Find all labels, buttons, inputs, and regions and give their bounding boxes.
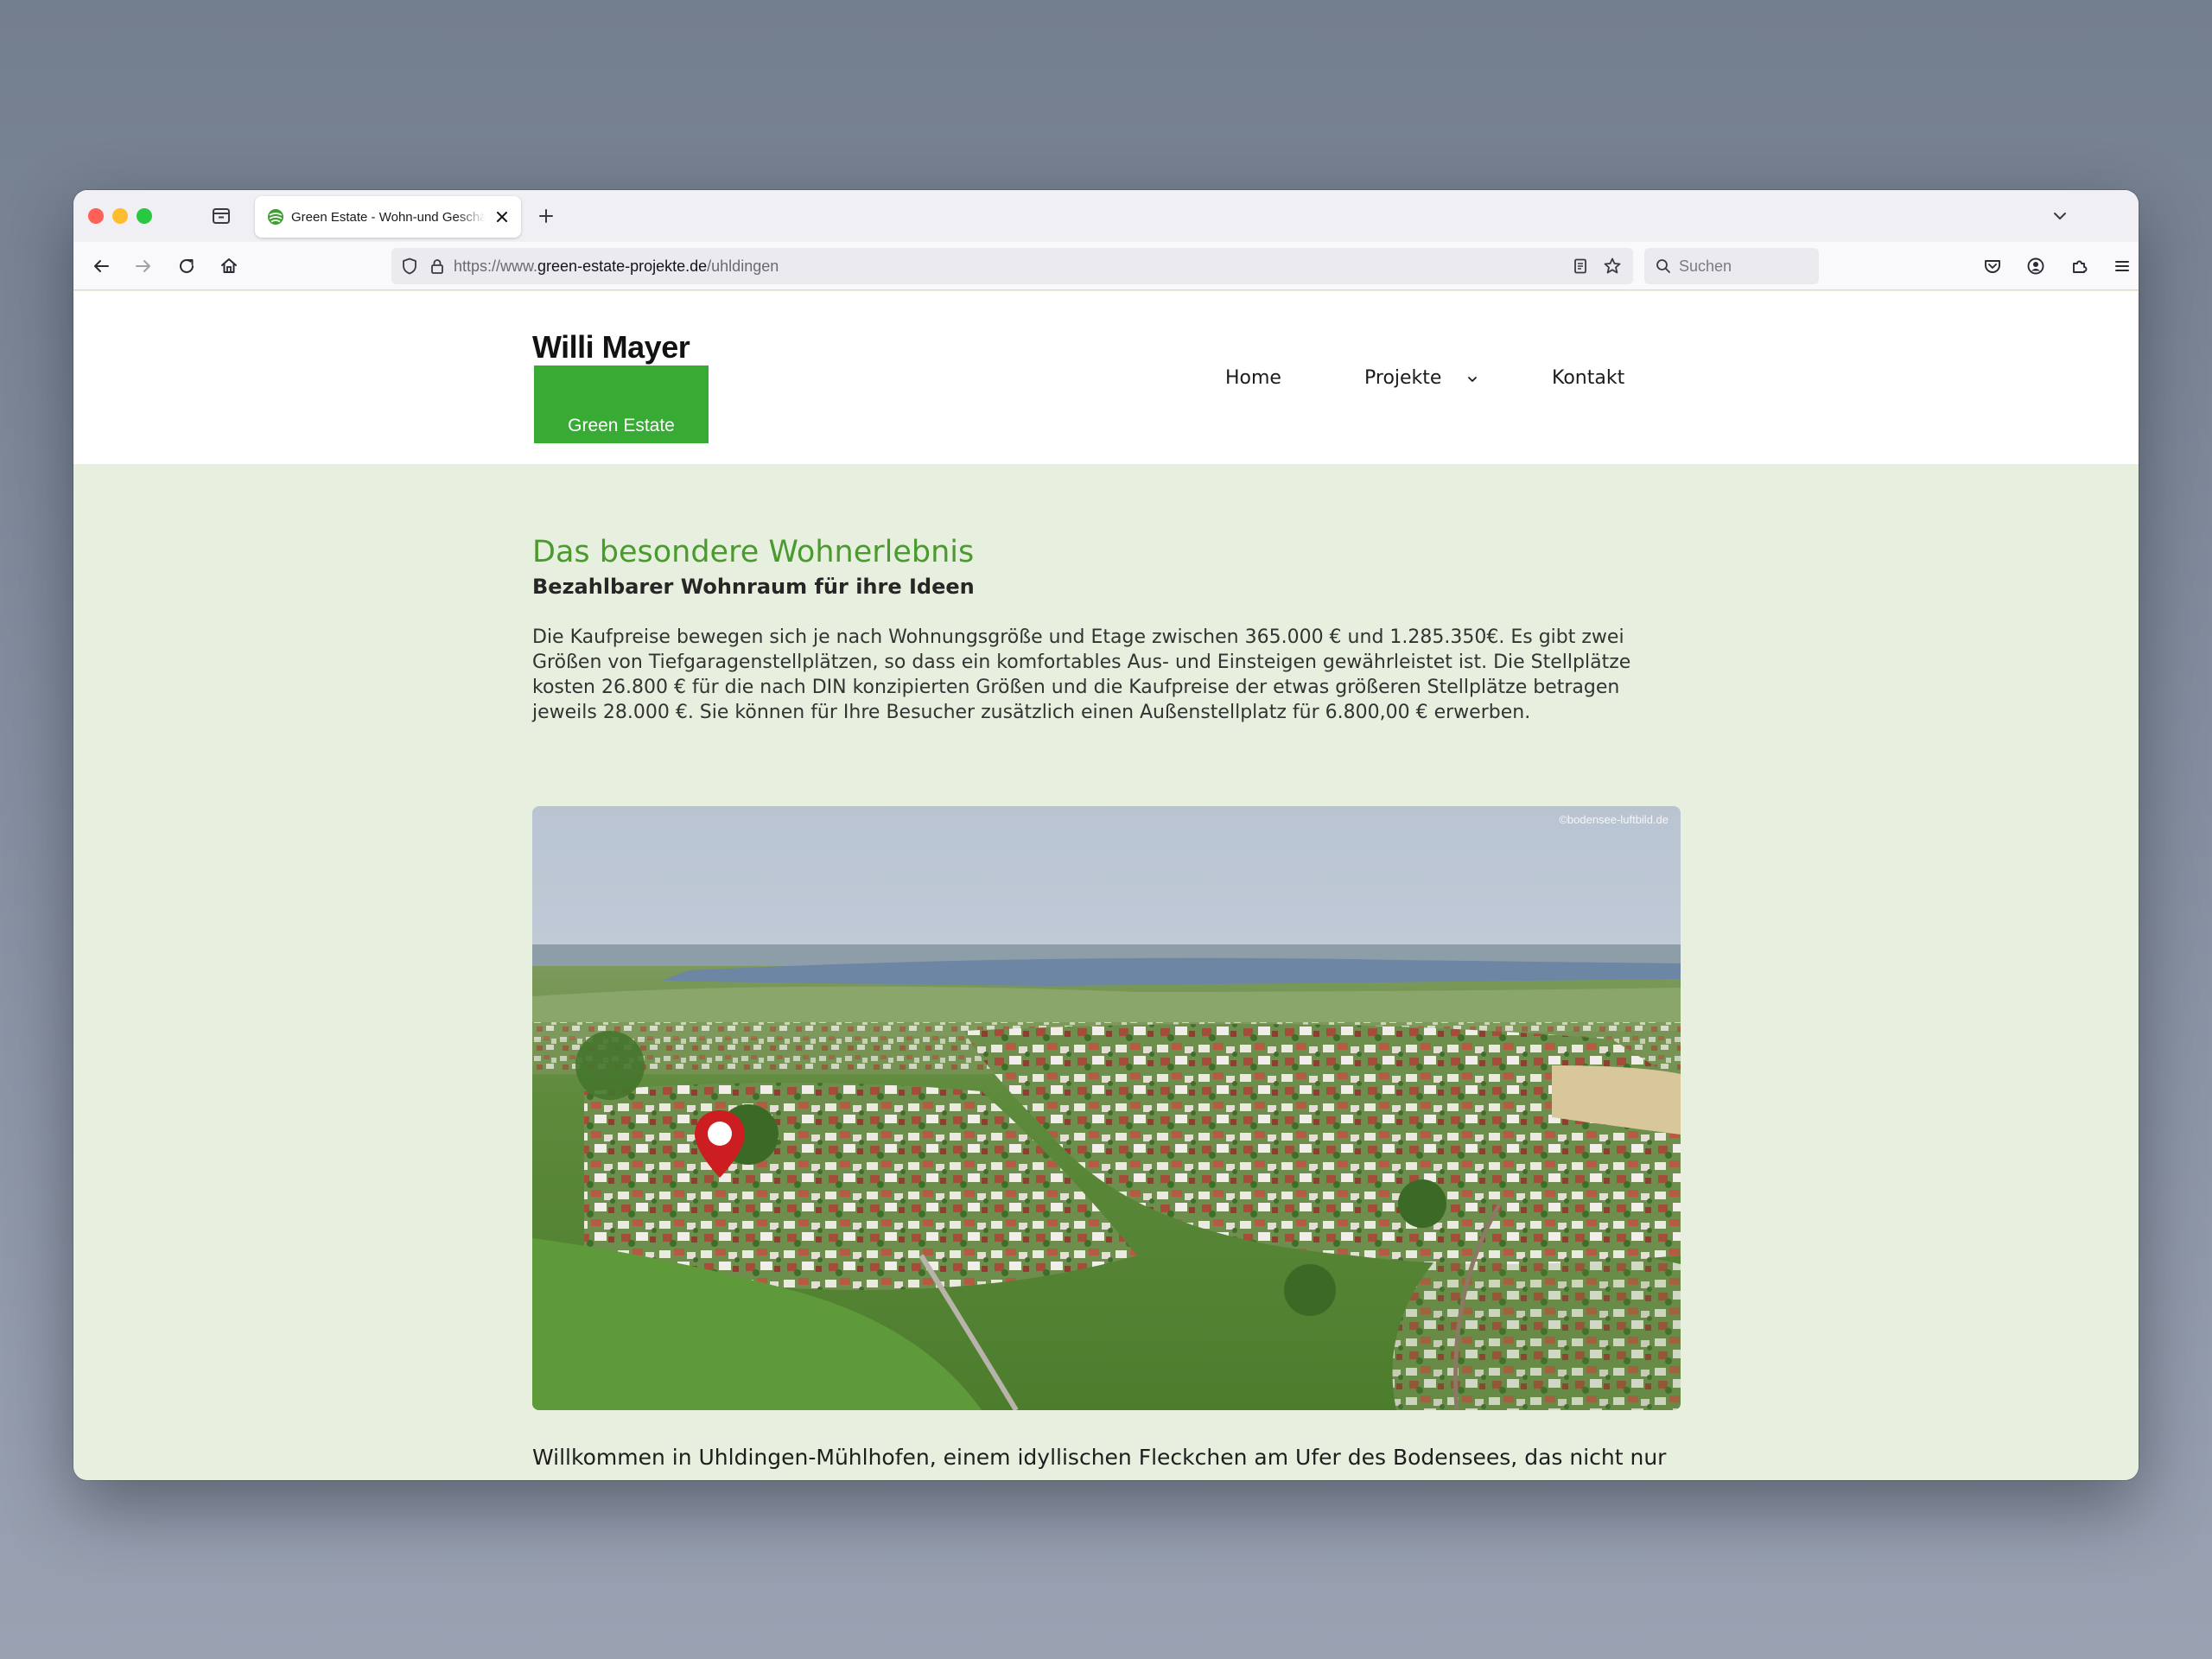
lock-icon[interactable] [428, 257, 447, 276]
close-tab-icon[interactable] [493, 207, 512, 226]
url-text[interactable]: https://www.green-estate-projekte.de/uhl… [454, 257, 779, 276]
nav-item-kontakt[interactable]: Kontakt [1552, 365, 1624, 391]
logo-tagline: Green Estate [568, 416, 675, 435]
reload-icon[interactable] [175, 254, 199, 278]
menu-icon[interactable] [2110, 254, 2134, 278]
tab-green-estate[interactable]: Green Estate - Wohn-und Geschäftshaus [255, 196, 521, 238]
logo-name: Willi Mayer [532, 329, 690, 365]
section-subheading: Bezahlbarer Wohnraum für ihre Ideen [532, 575, 975, 599]
new-tab-icon[interactable] [534, 204, 558, 228]
nav-item-home[interactable]: Home [1225, 365, 1281, 391]
green-estate-favicon-icon [267, 208, 284, 226]
section-heading: Das besondere Wohnerlebnis [532, 535, 975, 569]
intro-paragraph: Willkommen in Uhldingen-Mühlhofen, einem… [532, 1445, 1667, 1470]
url-prefix: https://www. [454, 257, 538, 275]
tab-strip: Green Estate - Wohn-und Geschäftshaus [73, 190, 2139, 242]
chevron-down-icon[interactable] [2048, 204, 2072, 228]
aerial-photo: ©bodensee-luftbild.de [532, 806, 1681, 1410]
close-window-button[interactable] [88, 208, 104, 224]
pocket-icon[interactable] [1980, 254, 2005, 278]
navigation-toolbar: https://www.green-estate-projekte.de/uhl… [73, 242, 2139, 290]
account-icon[interactable] [2024, 254, 2048, 278]
location-pin-icon [692, 1109, 747, 1179]
tab-title: Green Estate - Wohn-und Geschäftshaus [291, 210, 486, 225]
url-path: /uhldingen [707, 257, 779, 275]
nav-item-projekte[interactable]: Projekte [1364, 365, 1441, 391]
tab-overview-icon[interactable] [209, 204, 233, 228]
zoom-window-button[interactable] [137, 208, 152, 224]
search-icon [1655, 257, 1672, 275]
web-page: Willi Mayer Green Estate Home Projekte K… [73, 291, 2139, 1480]
image-credit: ©bodensee-luftbild.de [1559, 813, 1669, 826]
minimize-window-button[interactable] [112, 208, 128, 224]
url-domain: green-estate-projekte.de [537, 257, 708, 275]
logo-green-box: Green Estate [534, 365, 709, 443]
back-arrow-icon[interactable] [89, 254, 113, 278]
site-header: Willi Mayer Green Estate Home Projekte K… [73, 291, 2139, 464]
bookmark-star-icon[interactable] [1602, 256, 1623, 276]
site-logo[interactable]: Willi Mayer Green Estate [532, 331, 714, 443]
shield-icon[interactable] [400, 257, 419, 276]
search-bar[interactable] [1644, 248, 1819, 284]
reader-view-icon[interactable] [1571, 257, 1590, 276]
price-paragraph: Die Kaufpreise bewegen sich je nach Wohn… [532, 626, 1631, 723]
extensions-icon[interactable] [2067, 254, 2091, 278]
browser-window: Green Estate - Wohn-und Geschäftshaus [73, 190, 2139, 1480]
chevron-down-icon[interactable] [1465, 372, 1479, 386]
search-input[interactable] [1679, 253, 1808, 279]
home-icon[interactable] [217, 254, 241, 278]
address-bar[interactable]: https://www.green-estate-projekte.de/uhl… [391, 248, 1633, 284]
forward-arrow-icon[interactable] [131, 254, 156, 278]
